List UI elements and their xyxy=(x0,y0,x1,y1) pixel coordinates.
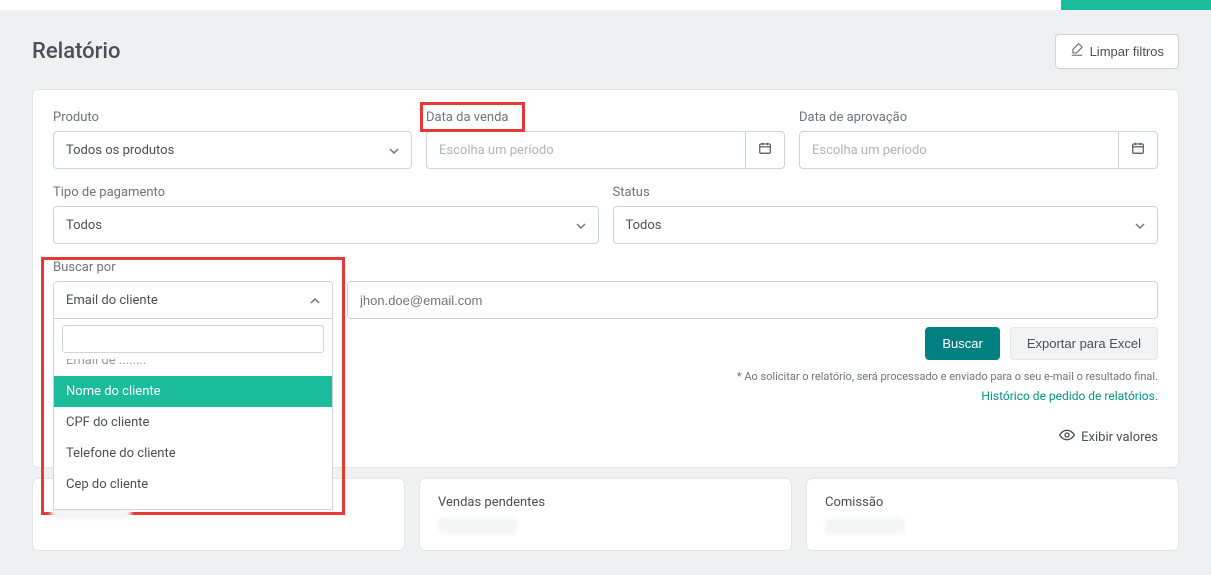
payment-type-label: Tipo de pagamento xyxy=(53,185,599,200)
sale-date-calendar-button[interactable] xyxy=(745,131,785,169)
history-link[interactable]: Histórico de pedido de relatórios. xyxy=(981,389,1158,403)
status-label: Status xyxy=(613,185,1159,200)
calendar-icon xyxy=(758,141,772,159)
sale-date-input[interactable]: Escolha um período xyxy=(426,131,745,169)
sale-date-group: Data da venda Escolha um período xyxy=(426,110,785,169)
status-group: Status Todos xyxy=(613,185,1159,244)
approval-date-calendar-button[interactable] xyxy=(1118,131,1158,169)
search-value-group xyxy=(347,260,1158,319)
show-values-label: Exibir valores xyxy=(1081,430,1158,445)
payment-type-select[interactable]: Todos xyxy=(53,206,599,244)
dropdown-list[interactable]: Email de ........ Nome do cliente CPF do… xyxy=(54,359,332,509)
chevron-down-icon xyxy=(576,220,586,230)
stat-pending-label: Vendas pendentes xyxy=(438,495,773,510)
search-value-input[interactable] xyxy=(347,281,1158,319)
chevron-up-icon xyxy=(310,295,320,305)
product-label: Produto xyxy=(53,110,412,125)
clear-filters-button[interactable]: Limpar filtros xyxy=(1055,34,1179,69)
sale-date-input-group: Escolha um período xyxy=(426,131,785,169)
dropdown-item-endereco[interactable]: Endereço (Rua) do cliente xyxy=(54,500,332,509)
stat-card-commission: Comissão xyxy=(806,478,1179,551)
approval-date-input[interactable]: Escolha um período xyxy=(799,131,1118,169)
search-value-spacer xyxy=(347,260,1158,275)
payment-type-group: Tipo de pagamento Todos xyxy=(53,185,599,244)
filter-row-2: Tipo de pagamento Todos Status Todos xyxy=(53,185,1158,244)
approval-date-group: Data de aprovação Escolha um período xyxy=(799,110,1158,169)
stat-commission-label: Comissão xyxy=(825,495,1160,510)
dropdown-item-cep[interactable]: Cep do cliente xyxy=(54,469,332,500)
calendar-icon xyxy=(1131,141,1145,159)
eraser-icon xyxy=(1070,43,1084,60)
stat-commission-value-hidden xyxy=(825,518,905,534)
page-container: Relatório Limpar filtros Produto Todos o… xyxy=(0,10,1211,575)
product-select[interactable]: Todos os produtos xyxy=(53,131,412,169)
status-value: Todos xyxy=(626,218,662,233)
eye-icon xyxy=(1059,427,1075,447)
dropdown-item-telefone[interactable]: Telefone do cliente xyxy=(54,438,332,469)
dropdown-item-partial[interactable]: Email de ........ xyxy=(54,359,332,376)
dropdown-item-nome[interactable]: Nome do cliente xyxy=(54,376,332,407)
stat-pending-value-hidden xyxy=(438,518,518,534)
chevron-down-icon xyxy=(1135,220,1145,230)
search-by-selected: Email do cliente xyxy=(66,293,158,308)
search-by-group: Buscar por Email do cliente Email de ...… xyxy=(53,260,333,319)
dropdown-item-cpf[interactable]: CPF do cliente xyxy=(54,407,332,438)
approval-date-label: Data de aprovação xyxy=(799,110,1158,125)
page-header: Relatório Limpar filtros xyxy=(32,34,1179,69)
search-by-select[interactable]: Email do cliente xyxy=(53,281,333,319)
top-bar xyxy=(0,0,1211,10)
approval-date-input-group: Escolha um período xyxy=(799,131,1158,169)
approval-date-placeholder: Escolha um período xyxy=(812,143,927,158)
search-by-wrap: Email do cliente Email de ........ Nome … xyxy=(53,281,333,319)
chevron-down-icon xyxy=(389,145,399,155)
filter-row-1: Produto Todos os produtos Data da venda … xyxy=(53,110,1158,169)
product-select-value: Todos os produtos xyxy=(66,143,174,158)
filter-card: Produto Todos os produtos Data da venda … xyxy=(32,89,1179,468)
sale-date-placeholder: Escolha um período xyxy=(439,143,554,158)
filter-row-3: Buscar por Email do cliente Email de ...… xyxy=(53,260,1158,319)
search-button[interactable]: Buscar xyxy=(925,327,999,360)
search-by-label: Buscar por xyxy=(53,260,333,275)
stat-card-pending: Vendas pendentes xyxy=(419,478,792,551)
export-excel-button[interactable]: Exportar para Excel xyxy=(1010,327,1158,360)
product-group: Produto Todos os produtos xyxy=(53,110,412,169)
dropdown-search-input[interactable] xyxy=(62,325,324,353)
sale-date-label: Data da venda xyxy=(426,110,508,125)
dropdown-search-wrap xyxy=(54,319,332,359)
page-title: Relatório xyxy=(32,39,121,64)
search-by-dropdown: Email de ........ Nome do cliente CPF do… xyxy=(53,319,333,510)
payment-type-value: Todos xyxy=(66,218,102,233)
status-select[interactable]: Todos xyxy=(613,206,1159,244)
clear-filters-label: Limpar filtros xyxy=(1090,44,1164,59)
active-tab-indicator xyxy=(1061,0,1211,10)
